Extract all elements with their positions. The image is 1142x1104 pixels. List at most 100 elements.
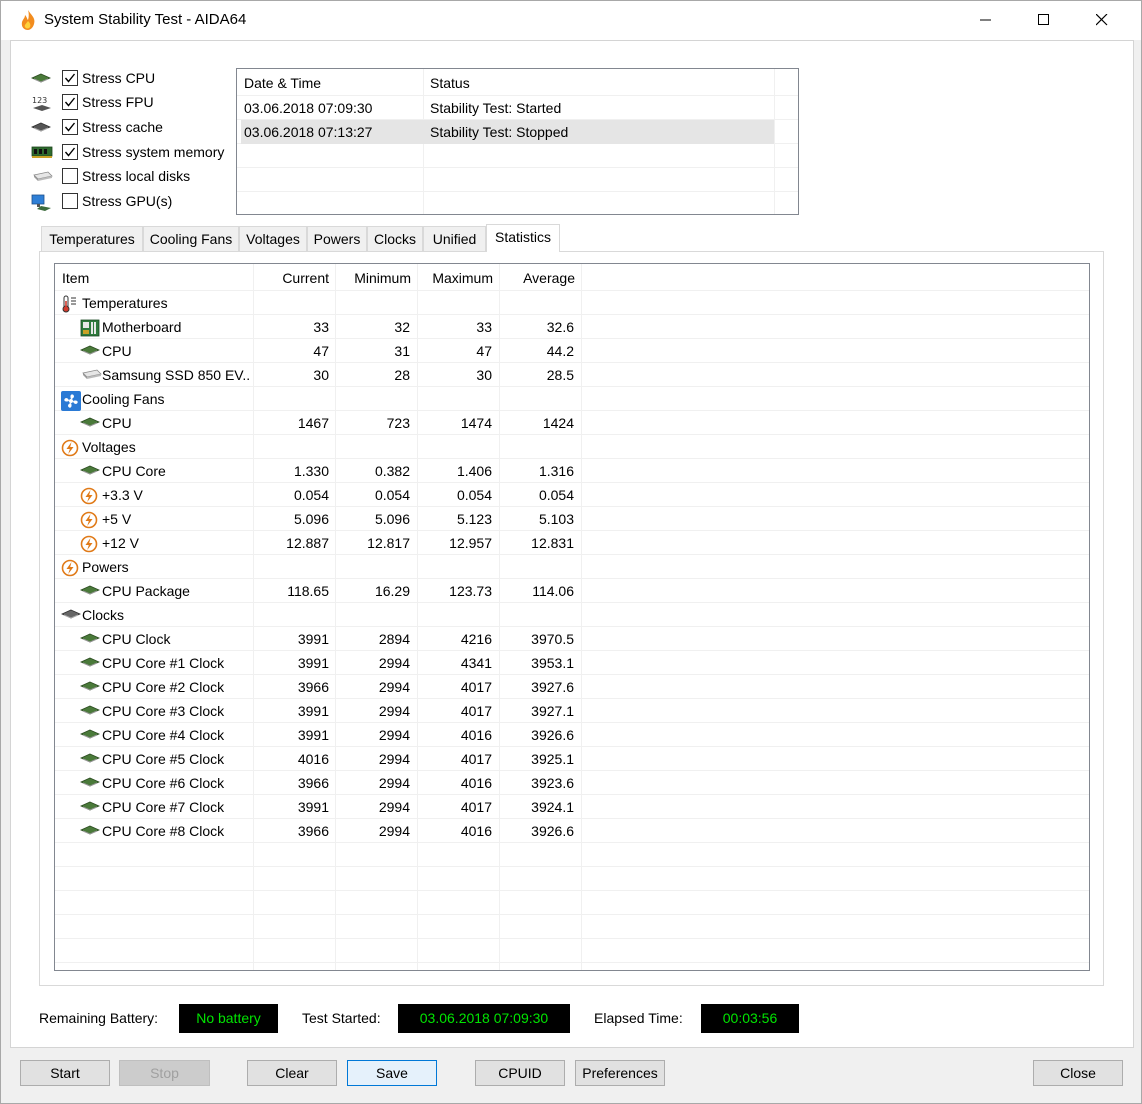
stats-header-average[interactable]: Average: [499, 266, 575, 290]
stats-average-value[interactable]: 1424: [499, 411, 574, 435]
stress-checkbox[interactable]: [62, 144, 78, 160]
stats-minimum-value[interactable]: 2994: [335, 795, 410, 819]
stats-average-value[interactable]: 32.6: [499, 315, 574, 339]
stats-current-value[interactable]: 12.887: [254, 531, 329, 555]
stats-item-label[interactable]: CPU Core #4 Clock: [102, 723, 251, 747]
stats-average-value[interactable]: 3926.6: [499, 723, 574, 747]
stats-minimum-value[interactable]: 0.054: [335, 483, 410, 507]
stats-average-value[interactable]: 0.054: [499, 483, 574, 507]
stats-group-label[interactable]: Voltages: [82, 435, 251, 459]
stats-minimum-value[interactable]: 2994: [335, 771, 410, 795]
stats-current-value[interactable]: 118.65: [254, 579, 329, 603]
stats-minimum-value[interactable]: 2994: [335, 699, 410, 723]
stats-minimum-value[interactable]: 0.382: [335, 459, 410, 483]
stats-item-label[interactable]: CPU Core: [102, 459, 251, 483]
stats-minimum-value[interactable]: 2894: [335, 627, 410, 651]
stats-average-value[interactable]: 3924.1: [499, 795, 574, 819]
stats-minimum-value[interactable]: 31: [335, 339, 410, 363]
stats-maximum-value[interactable]: 5.123: [417, 507, 492, 531]
close-button[interactable]: Close: [1033, 1060, 1123, 1086]
stats-maximum-value[interactable]: 4017: [417, 795, 492, 819]
event-log-table[interactable]: Date & Time Status 03.06.2018 07:09:30 S…: [236, 68, 799, 215]
stats-current-value[interactable]: 3991: [254, 699, 329, 723]
stats-current-value[interactable]: 5.096: [254, 507, 329, 531]
stop-button[interactable]: Stop: [119, 1060, 210, 1086]
stats-header-maximum[interactable]: Maximum: [417, 266, 493, 290]
clear-button[interactable]: Clear: [247, 1060, 337, 1086]
log-row-status[interactable]: Stability Test: Stopped: [423, 120, 773, 144]
stats-minimum-value[interactable]: 16.29: [335, 579, 410, 603]
stats-item-label[interactable]: CPU Core #8 Clock: [102, 819, 251, 843]
stats-maximum-value[interactable]: 4016: [417, 771, 492, 795]
stats-current-value[interactable]: 0.054: [254, 483, 329, 507]
stats-current-value[interactable]: 47: [254, 339, 329, 363]
stats-maximum-value[interactable]: 12.957: [417, 531, 492, 555]
stats-current-value[interactable]: 4016: [254, 747, 329, 771]
log-row-status[interactable]: Stability Test: Started: [423, 96, 773, 120]
stats-item-label[interactable]: CPU Clock: [102, 627, 251, 651]
stats-maximum-value[interactable]: 30: [417, 363, 492, 387]
stats-item-label[interactable]: CPU Core #7 Clock: [102, 795, 251, 819]
stats-maximum-value[interactable]: 4341: [417, 651, 492, 675]
stats-average-value[interactable]: 12.831: [499, 531, 574, 555]
maximize-button[interactable]: [1016, 1, 1074, 40]
stats-minimum-value[interactable]: 2994: [335, 723, 410, 747]
log-header-datetime[interactable]: Date & Time: [237, 71, 424, 95]
log-row-datetime[interactable]: 03.06.2018 07:09:30: [237, 96, 424, 120]
stats-current-value[interactable]: 1467: [254, 411, 329, 435]
save-button[interactable]: Save: [347, 1060, 437, 1086]
stats-minimum-value[interactable]: 32: [335, 315, 410, 339]
stats-item-label[interactable]: CPU Core #1 Clock: [102, 651, 251, 675]
stats-maximum-value[interactable]: 4216: [417, 627, 492, 651]
stress-option-row[interactable]: Stress system memory: [31, 142, 241, 164]
stats-maximum-value[interactable]: 4016: [417, 723, 492, 747]
stress-option-label[interactable]: Stress local disks: [82, 168, 190, 184]
tab-unified[interactable]: Unified: [423, 226, 486, 251]
stats-average-value[interactable]: 3925.1: [499, 747, 574, 771]
stress-checkbox[interactable]: [62, 193, 78, 209]
stats-average-value[interactable]: 3923.6: [499, 771, 574, 795]
stress-option-row[interactable]: 123 Stress FPU: [31, 92, 241, 114]
stats-group-label[interactable]: Cooling Fans: [82, 387, 251, 411]
minimize-button[interactable]: [958, 1, 1016, 40]
stats-header-item[interactable]: Item: [62, 266, 252, 290]
stats-group-label[interactable]: Clocks: [82, 603, 251, 627]
stats-header-minimum[interactable]: Minimum: [335, 266, 411, 290]
stress-checkbox[interactable]: [62, 168, 78, 184]
stats-average-value[interactable]: 28.5: [499, 363, 574, 387]
stats-minimum-value[interactable]: 5.096: [335, 507, 410, 531]
statistics-table[interactable]: Item Current Minimum Maximum Average Tem…: [54, 263, 1090, 971]
stats-item-label[interactable]: CPU Package: [102, 579, 251, 603]
stats-average-value[interactable]: 114.06: [499, 579, 574, 603]
tab-temperatures[interactable]: Temperatures: [41, 226, 143, 251]
tab-clocks[interactable]: Clocks: [367, 226, 423, 251]
stats-current-value[interactable]: 1.330: [254, 459, 329, 483]
tab-voltages[interactable]: Voltages: [239, 226, 307, 251]
stress-option-label[interactable]: Stress CPU: [82, 70, 155, 86]
stats-average-value[interactable]: 1.316: [499, 459, 574, 483]
stats-maximum-value[interactable]: 33: [417, 315, 492, 339]
stats-maximum-value[interactable]: 1474: [417, 411, 492, 435]
stats-minimum-value[interactable]: 28: [335, 363, 410, 387]
stats-item-label[interactable]: Motherboard: [102, 315, 251, 339]
stats-minimum-value[interactable]: 2994: [335, 675, 410, 699]
stats-item-label[interactable]: +5 V: [102, 507, 251, 531]
stats-maximum-value[interactable]: 4017: [417, 675, 492, 699]
stats-average-value[interactable]: 44.2: [499, 339, 574, 363]
stats-item-label[interactable]: CPU: [102, 339, 251, 363]
stats-item-label[interactable]: Samsung SSD 850 EV...: [102, 363, 251, 387]
stats-item-label[interactable]: CPU Core #6 Clock: [102, 771, 251, 795]
stats-average-value[interactable]: 3927.1: [499, 699, 574, 723]
stats-average-value[interactable]: 3970.5: [499, 627, 574, 651]
stress-option-row[interactable]: Stress CPU: [31, 68, 241, 90]
stress-option-label[interactable]: Stress GPU(s): [82, 193, 172, 209]
stats-item-label[interactable]: +12 V: [102, 531, 251, 555]
stats-average-value[interactable]: 3927.6: [499, 675, 574, 699]
stats-group-label[interactable]: Powers: [82, 555, 251, 579]
stats-current-value[interactable]: 3991: [254, 795, 329, 819]
stats-minimum-value[interactable]: 12.817: [335, 531, 410, 555]
tab-statistics[interactable]: Statistics: [486, 224, 560, 252]
close-window-button[interactable]: [1074, 1, 1132, 40]
stats-current-value[interactable]: 3991: [254, 627, 329, 651]
log-header-status[interactable]: Status: [423, 71, 773, 95]
